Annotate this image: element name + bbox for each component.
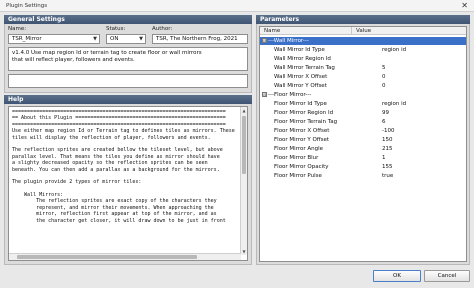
parameter-value: 150: [382, 137, 393, 143]
chevron-down-icon[interactable]: ▼: [139, 35, 143, 43]
parameter-group-row[interactable]: ⊟ ---Wall Mirror---: [260, 37, 466, 45]
name-field[interactable]: TSR_Mirror ▼: [8, 34, 100, 44]
parameter-name: ---Wall Mirror---: [268, 38, 309, 44]
scroll-thumb[interactable]: [17, 255, 197, 259]
parameters-list[interactable]: Name Value ⊟ ---Wall Mirror--- Wall Mirror…: [259, 26, 467, 262]
help-line: The reflection sprites are created bello…: [12, 147, 223, 154]
parameter-name: Wall Mirror Id Type: [274, 47, 325, 53]
parameter-value: 155: [382, 164, 393, 170]
help-line: beneath. You can then add a parallax as …: [12, 166, 220, 173]
status-select[interactable]: ON ▼: [106, 34, 146, 44]
parameter-row[interactable]: Wall Mirror Region Id: [260, 55, 466, 63]
parameter-row[interactable]: Floor Mirror Blur 1: [260, 154, 466, 162]
help-text-area[interactable]: ========================================…: [8, 106, 248, 261]
parameter-value: region id: [382, 47, 407, 53]
author-label: Author:: [152, 26, 173, 32]
author-value: TSR, The Northern Frog, 2021: [156, 36, 238, 42]
name-label: Name:: [8, 26, 27, 32]
parameter-value: 1: [382, 155, 386, 161]
parameter-name: Wall Mirror X Offset: [274, 74, 328, 80]
scroll-thumb[interactable]: [242, 116, 246, 174]
parameter-value: true: [382, 173, 394, 179]
chevron-down-icon[interactable]: ▼: [93, 35, 97, 43]
parameter-name: Floor Mirror X Offset: [274, 128, 330, 134]
parameter-row[interactable]: Floor Mirror Y Offset 150: [260, 136, 466, 144]
parameter-row[interactable]: Floor Mirror Opacity 155: [260, 163, 466, 171]
name-value: TSR_Mirror: [12, 36, 42, 42]
help-line: The reflection sprites are exact copy of…: [12, 198, 217, 205]
collapse-icon[interactable]: ⊟: [262, 92, 267, 97]
help-header: Help: [4, 95, 252, 104]
cancel-button[interactable]: Cancel: [424, 270, 470, 282]
parameter-value: 5: [382, 65, 386, 71]
parameter-name: ---Floor Mirror---: [268, 92, 312, 98]
help-vertical-scrollbar[interactable]: ▲ ▼: [240, 107, 247, 255]
parameter-value: 0: [382, 74, 386, 80]
description-line: that will reflect player, followers and …: [12, 57, 135, 63]
parameter-row[interactable]: Wall Mirror X Offset 0: [260, 73, 466, 81]
description-line: v1.4.0 Use map region Id or terrain tag …: [12, 50, 202, 56]
parameter-row[interactable]: Floor Mirror Pulse true: [260, 172, 466, 180]
window-titlebar: Plugin Settings ✕: [0, 0, 474, 12]
ok-button[interactable]: OK: [373, 270, 421, 282]
note-field[interactable]: [8, 74, 248, 88]
description-field[interactable]: v1.4.0 Use map region Id or terrain tag …: [8, 47, 248, 71]
help-line: == About this Plugin ===================…: [12, 115, 226, 122]
column-header-value[interactable]: Value: [352, 27, 466, 35]
general-settings-header: General Settings: [4, 15, 252, 24]
status-value: ON: [110, 36, 119, 42]
parameter-row[interactable]: Wall Mirror Terrain Tag 5: [260, 64, 466, 72]
parameter-name: Floor Mirror Angle: [274, 146, 324, 152]
scroll-up-icon[interactable]: ▲: [241, 107, 247, 114]
scroll-down-icon[interactable]: ▼: [241, 248, 247, 255]
parameter-name: Floor Mirror Opacity: [274, 164, 329, 170]
parameter-row[interactable]: Floor Mirror Angle 215: [260, 145, 466, 153]
parameter-row[interactable]: Wall Mirror Y Offset 0: [260, 82, 466, 90]
parameter-value: region id: [382, 101, 407, 107]
parameter-row[interactable]: Floor Mirror Region Id 99: [260, 109, 466, 117]
parameter-row[interactable]: Floor Mirror Terrain Tag 6: [260, 118, 466, 126]
parameter-value: 6: [382, 119, 386, 125]
help-line: mirror, reflection first appear at top o…: [12, 211, 217, 218]
help-line: Use either map region Id or Terrain tag …: [12, 128, 235, 135]
parameter-name: Floor Mirror Terrain Tag: [274, 119, 338, 125]
parameter-value: 0: [382, 83, 386, 89]
parameter-name: Wall Mirror Terrain Tag: [274, 65, 335, 71]
collapse-icon[interactable]: ⊟: [262, 38, 267, 43]
parameter-name: Wall Mirror Region Id: [274, 56, 331, 62]
column-header-name[interactable]: Name: [260, 27, 352, 35]
parameter-name: Floor Mirror Id Type: [274, 101, 327, 107]
parameter-name: Wall Mirror Y Offset: [274, 83, 327, 89]
parameter-value: 215: [382, 146, 393, 152]
parameter-row[interactable]: Floor Mirror Id Type region id: [260, 100, 466, 108]
parameter-row[interactable]: Wall Mirror Id Type region id: [260, 46, 466, 54]
author-field[interactable]: TSR, The Northern Frog, 2021: [152, 34, 248, 44]
parameter-value: 99: [382, 110, 389, 116]
help-text: ========================================…: [12, 109, 247, 224]
status-label: Status:: [106, 26, 126, 32]
parameter-group-row[interactable]: ⊟ ---Floor Mirror---: [260, 91, 466, 99]
parameter-name: Floor Mirror Region Id: [274, 110, 334, 116]
help-horizontal-scrollbar[interactable]: [9, 253, 241, 260]
parameter-name: Floor Mirror Blur: [274, 155, 319, 161]
help-line: the character get closer, it will draw d…: [12, 217, 226, 224]
parameter-name: Floor Mirror Y Offset: [274, 137, 330, 143]
parameter-value: -100: [382, 128, 395, 134]
parameter-name: Floor Mirror Pulse: [274, 173, 322, 179]
parameters-header: Parameters: [256, 15, 470, 24]
close-icon[interactable]: ✕: [461, 1, 468, 10]
parameter-row[interactable]: Floor Mirror X Offset -100: [260, 127, 466, 135]
window-title: Plugin Settings: [6, 3, 48, 9]
